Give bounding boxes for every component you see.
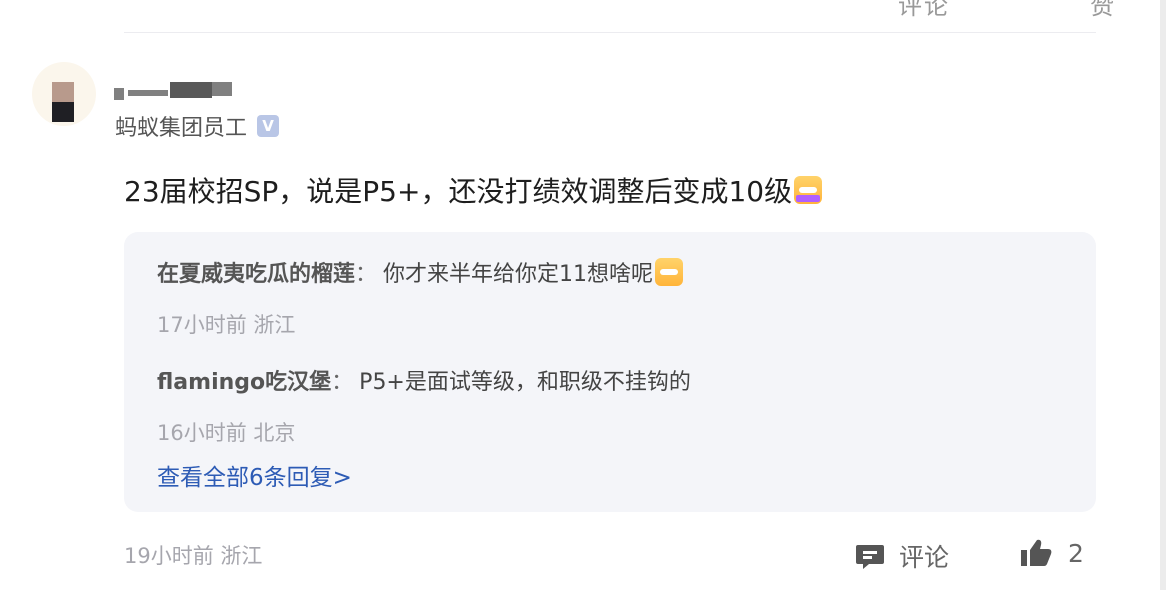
comment-icon: [856, 545, 884, 569]
reply-location: 浙江: [253, 313, 296, 337]
reply-text: 你才来半年给你定11想啥呢: [383, 262, 654, 287]
reply-time: 17小时前: [157, 313, 247, 337]
user-title: 蚂蚁集团员工 V: [115, 110, 280, 142]
previous-like-label[interactable]: 赞: [1090, 0, 1114, 21]
emoji-icon: [794, 176, 823, 204]
reply-separator: ：: [331, 370, 354, 395]
see-all-replies-link[interactable]: 查看全部6条回复>: [157, 458, 352, 492]
avatar-mosaic-bottom: [52, 102, 74, 122]
avatar-mosaic-top: [52, 82, 74, 102]
replies-panel: 在夏威夷吃瓜的榴莲 ： 你才来半年给你定11想啥呢 17小时前 浙江 flami…: [124, 232, 1096, 512]
comment-meta: 19小时前 浙江: [124, 540, 262, 570]
comment-text: 23届校招SP，说是P5+，还没打绩效调整后变成10级: [124, 175, 793, 208]
comment-location: 浙江: [220, 544, 263, 568]
reply-item[interactable]: flamingo吃汉堡 ： P5+是面试等级，和职级不挂钩的: [157, 364, 691, 396]
company-label: 蚂蚁集团员工: [115, 116, 248, 141]
username-redacted[interactable]: [114, 80, 234, 100]
thumbs-up-icon: [1021, 539, 1052, 566]
comment-label: 评论: [899, 543, 950, 572]
previous-comment-label-2[interactable]: 论: [924, 0, 948, 21]
reply-meta: 16小时前 北京: [157, 417, 295, 447]
comment-button[interactable]: 评论: [855, 538, 949, 574]
avatar[interactable]: [32, 62, 96, 126]
reply-author[interactable]: 在夏威夷吃瓜的榴莲: [157, 256, 355, 288]
comment-thread: 评 论 赞 蚂蚁集团员工 V 23届校招SP，说是P5+，还没打绩效调整后变成1…: [0, 0, 1166, 590]
reply-text: P5+是面试等级，和职级不挂钩的: [359, 370, 691, 395]
reply-meta: 17小时前 浙江: [157, 309, 295, 339]
like-count: 2: [1068, 538, 1084, 568]
divider: [124, 32, 1096, 33]
verified-icon: V: [257, 115, 280, 137]
previous-comment-actions: 评 论 赞: [850, 0, 1114, 20]
reply-separator: ：: [355, 262, 378, 287]
comment-time: 19小时前: [124, 544, 214, 568]
like-button[interactable]: 2: [1020, 538, 1084, 568]
scrollbar-track[interactable]: [1160, 0, 1166, 590]
previous-comment-label[interactable]: 评: [898, 0, 922, 21]
reply-item[interactable]: 在夏威夷吃瓜的榴莲 ： 你才来半年给你定11想啥呢: [157, 256, 684, 288]
reply-author[interactable]: flamingo吃汉堡: [157, 364, 331, 396]
comment-body: 23届校招SP，说是P5+，还没打绩效调整后变成10级: [124, 170, 823, 210]
reply-location: 北京: [253, 421, 296, 445]
emoji-icon: [655, 258, 684, 286]
reply-time: 16小时前: [157, 421, 247, 445]
